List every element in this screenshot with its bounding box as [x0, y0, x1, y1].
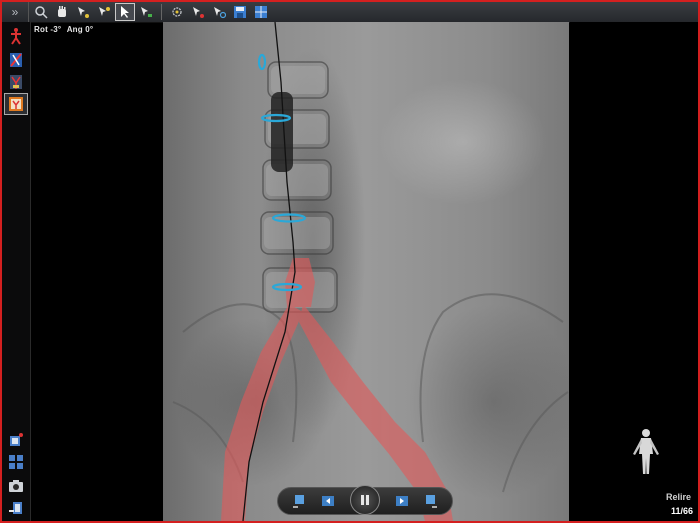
- view-mode-label: Relire: [666, 492, 692, 502]
- measure-icon[interactable]: [95, 4, 113, 20]
- fusion-view-icon[interactable]: [4, 93, 28, 115]
- zoom-icon[interactable]: [32, 4, 50, 20]
- previous-frame-icon[interactable]: [320, 494, 336, 508]
- left-sidebar: [2, 22, 31, 521]
- select-point-icon[interactable]: [74, 4, 92, 20]
- layout-icon[interactable]: [252, 4, 270, 20]
- expand-toolbar-button[interactable]: »: [2, 2, 29, 22]
- rotation-value: Rot -3°: [34, 25, 62, 34]
- toolbar-separator: [161, 4, 162, 20]
- save-icon[interactable]: [231, 4, 249, 20]
- annotate-icon[interactable]: [137, 4, 155, 20]
- patient-orientation-figure: [627, 428, 665, 481]
- grid-layout-icon[interactable]: [5, 452, 27, 472]
- last-frame-icon[interactable]: [423, 494, 439, 508]
- fluoroscopy-image: [172, 22, 569, 521]
- playback-controls: [277, 485, 453, 515]
- xray-viewport[interactable]: [163, 22, 569, 521]
- roadmap-icon[interactable]: [5, 72, 27, 92]
- frame-counter: 11/66: [671, 506, 694, 516]
- rotate-icon[interactable]: [168, 4, 186, 20]
- export-icon[interactable]: [5, 498, 27, 518]
- view-angle-readout: Rot -3° Ang 0°: [34, 25, 93, 34]
- reset-icon[interactable]: [210, 4, 228, 20]
- cursor-icon[interactable]: [115, 3, 135, 21]
- camera-icon[interactable]: [5, 476, 27, 496]
- next-frame-icon[interactable]: [394, 494, 410, 508]
- first-frame-icon[interactable]: [291, 494, 307, 508]
- patient-position-icon[interactable]: [5, 26, 27, 46]
- marker-icon[interactable]: [189, 4, 207, 20]
- pan-hand-icon[interactable]: [53, 4, 71, 20]
- vessel-overlay-icon[interactable]: [5, 50, 27, 70]
- angulation-value: Ang 0°: [66, 25, 94, 34]
- top-toolbar: »: [2, 2, 698, 23]
- pause-button[interactable]: [349, 485, 380, 515]
- add-layer-icon[interactable]: [5, 430, 27, 450]
- pause-icon: [360, 495, 369, 505]
